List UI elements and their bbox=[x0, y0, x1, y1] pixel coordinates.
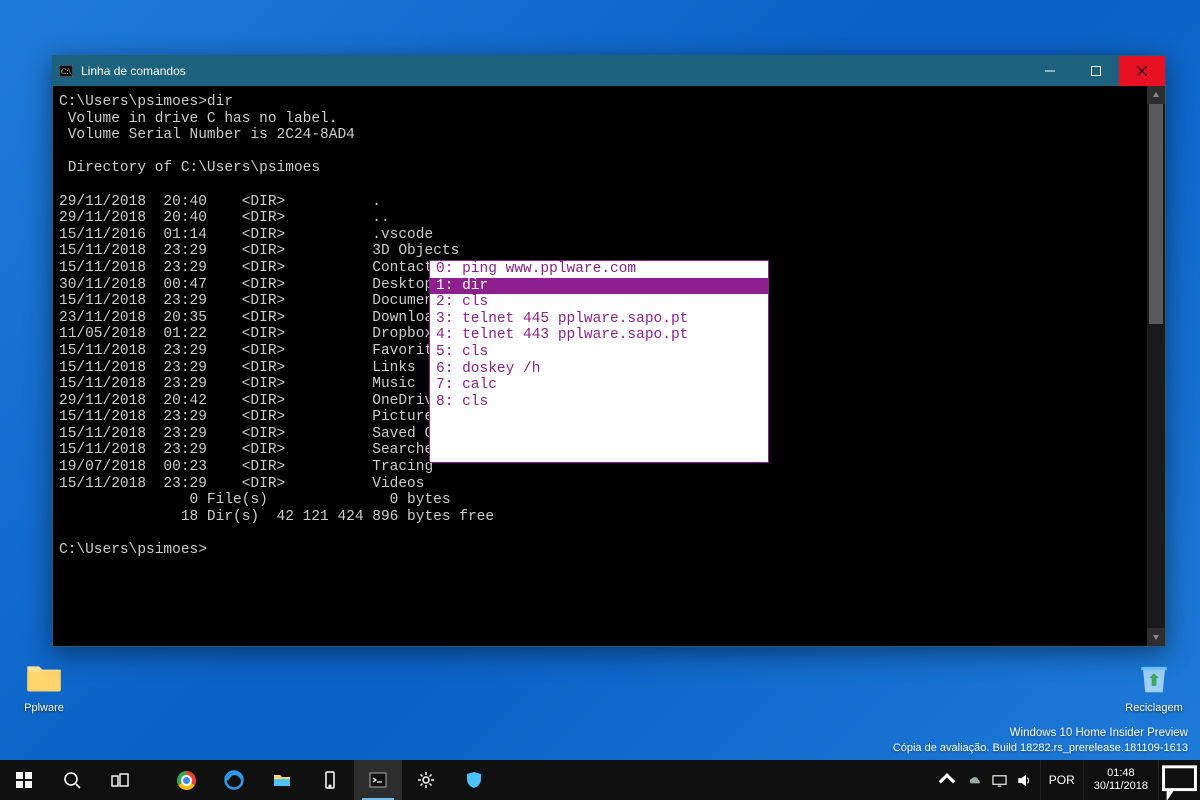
desktop-recycle-label: Reciclagem bbox=[1116, 702, 1192, 714]
notification-icon bbox=[1159, 760, 1200, 800]
edge-icon bbox=[224, 770, 244, 790]
titlebar[interactable]: C:\ Linha de comandos bbox=[53, 56, 1165, 86]
clock-date: 30/11/2018 bbox=[1094, 780, 1148, 793]
search-button[interactable] bbox=[48, 760, 96, 800]
close-button[interactable] bbox=[1119, 56, 1165, 86]
volume-tray-icon bbox=[1017, 773, 1032, 788]
desktop-folder-label: Pplware bbox=[6, 702, 82, 714]
taskbar-app-phone[interactable] bbox=[306, 760, 354, 800]
minimize-button[interactable] bbox=[1027, 56, 1073, 86]
history-item[interactable]: 8: cls bbox=[430, 394, 768, 411]
system-tray[interactable] bbox=[959, 760, 1040, 800]
taskbar-clock[interactable]: 01:48 30/11/2018 bbox=[1083, 760, 1158, 800]
start-button[interactable] bbox=[0, 760, 48, 800]
history-item[interactable]: 5: cls bbox=[430, 344, 768, 361]
history-item[interactable]: 2: cls bbox=[430, 294, 768, 311]
scroll-thumb[interactable] bbox=[1149, 104, 1163, 324]
taskbar-app-security[interactable] bbox=[450, 760, 498, 800]
command-history-popup[interactable]: 0: ping www.pplware.com1: dir2: cls3: te… bbox=[429, 260, 769, 463]
gear-icon bbox=[416, 770, 436, 790]
file-explorer-icon bbox=[272, 770, 292, 790]
maximize-button[interactable] bbox=[1073, 56, 1119, 86]
window-title: Linha de comandos bbox=[79, 64, 1027, 78]
scroll-down-button[interactable] bbox=[1147, 628, 1165, 646]
keyboard-layout-button[interactable]: POR bbox=[1040, 760, 1083, 800]
windows-watermark: Windows 10 Home Insider Preview Cópia de… bbox=[893, 726, 1188, 756]
network-tray-icon bbox=[992, 773, 1007, 788]
recycle-icon bbox=[1134, 658, 1174, 698]
taskbar-app-edge[interactable] bbox=[210, 760, 258, 800]
phone-icon bbox=[320, 770, 340, 790]
svg-text:C:\: C:\ bbox=[61, 67, 72, 76]
tray-overflow-button[interactable] bbox=[935, 760, 959, 800]
scroll-up-button[interactable] bbox=[1147, 86, 1165, 104]
taskbar-app-explorer[interactable] bbox=[258, 760, 306, 800]
folder-icon bbox=[24, 658, 64, 698]
scrollbar[interactable] bbox=[1147, 86, 1165, 646]
history-item[interactable]: 4: telnet 443 pplware.sapo.pt bbox=[430, 327, 768, 344]
taskbar-app-chrome[interactable] bbox=[162, 760, 210, 800]
history-item[interactable]: 3: telnet 445 pplware.sapo.pt bbox=[430, 311, 768, 328]
history-item[interactable]: 7: calc bbox=[430, 377, 768, 394]
history-item[interactable]: 1: dir bbox=[430, 278, 768, 295]
task-view-button[interactable] bbox=[96, 760, 144, 800]
taskbar-app-cmd[interactable] bbox=[354, 760, 402, 800]
action-center-button[interactable] bbox=[1158, 760, 1200, 800]
taskbar-app-settings[interactable] bbox=[402, 760, 450, 800]
history-item[interactable]: 0: ping www.pplware.com bbox=[430, 261, 768, 278]
history-item[interactable]: 6: doskey /h bbox=[430, 361, 768, 378]
onedrive-tray-icon bbox=[967, 773, 982, 788]
taskbar: POR 01:48 30/11/2018 bbox=[0, 760, 1200, 800]
cmd-icon: C:\ bbox=[53, 65, 79, 77]
desktop-folder-pplware[interactable]: Pplware bbox=[6, 658, 82, 714]
cmd-taskbar-icon bbox=[368, 770, 388, 790]
shield-icon bbox=[464, 770, 484, 790]
desktop-recycle-bin[interactable]: Reciclagem bbox=[1116, 658, 1192, 714]
clock-time: 01:48 bbox=[1107, 767, 1135, 780]
chrome-icon bbox=[177, 771, 196, 790]
